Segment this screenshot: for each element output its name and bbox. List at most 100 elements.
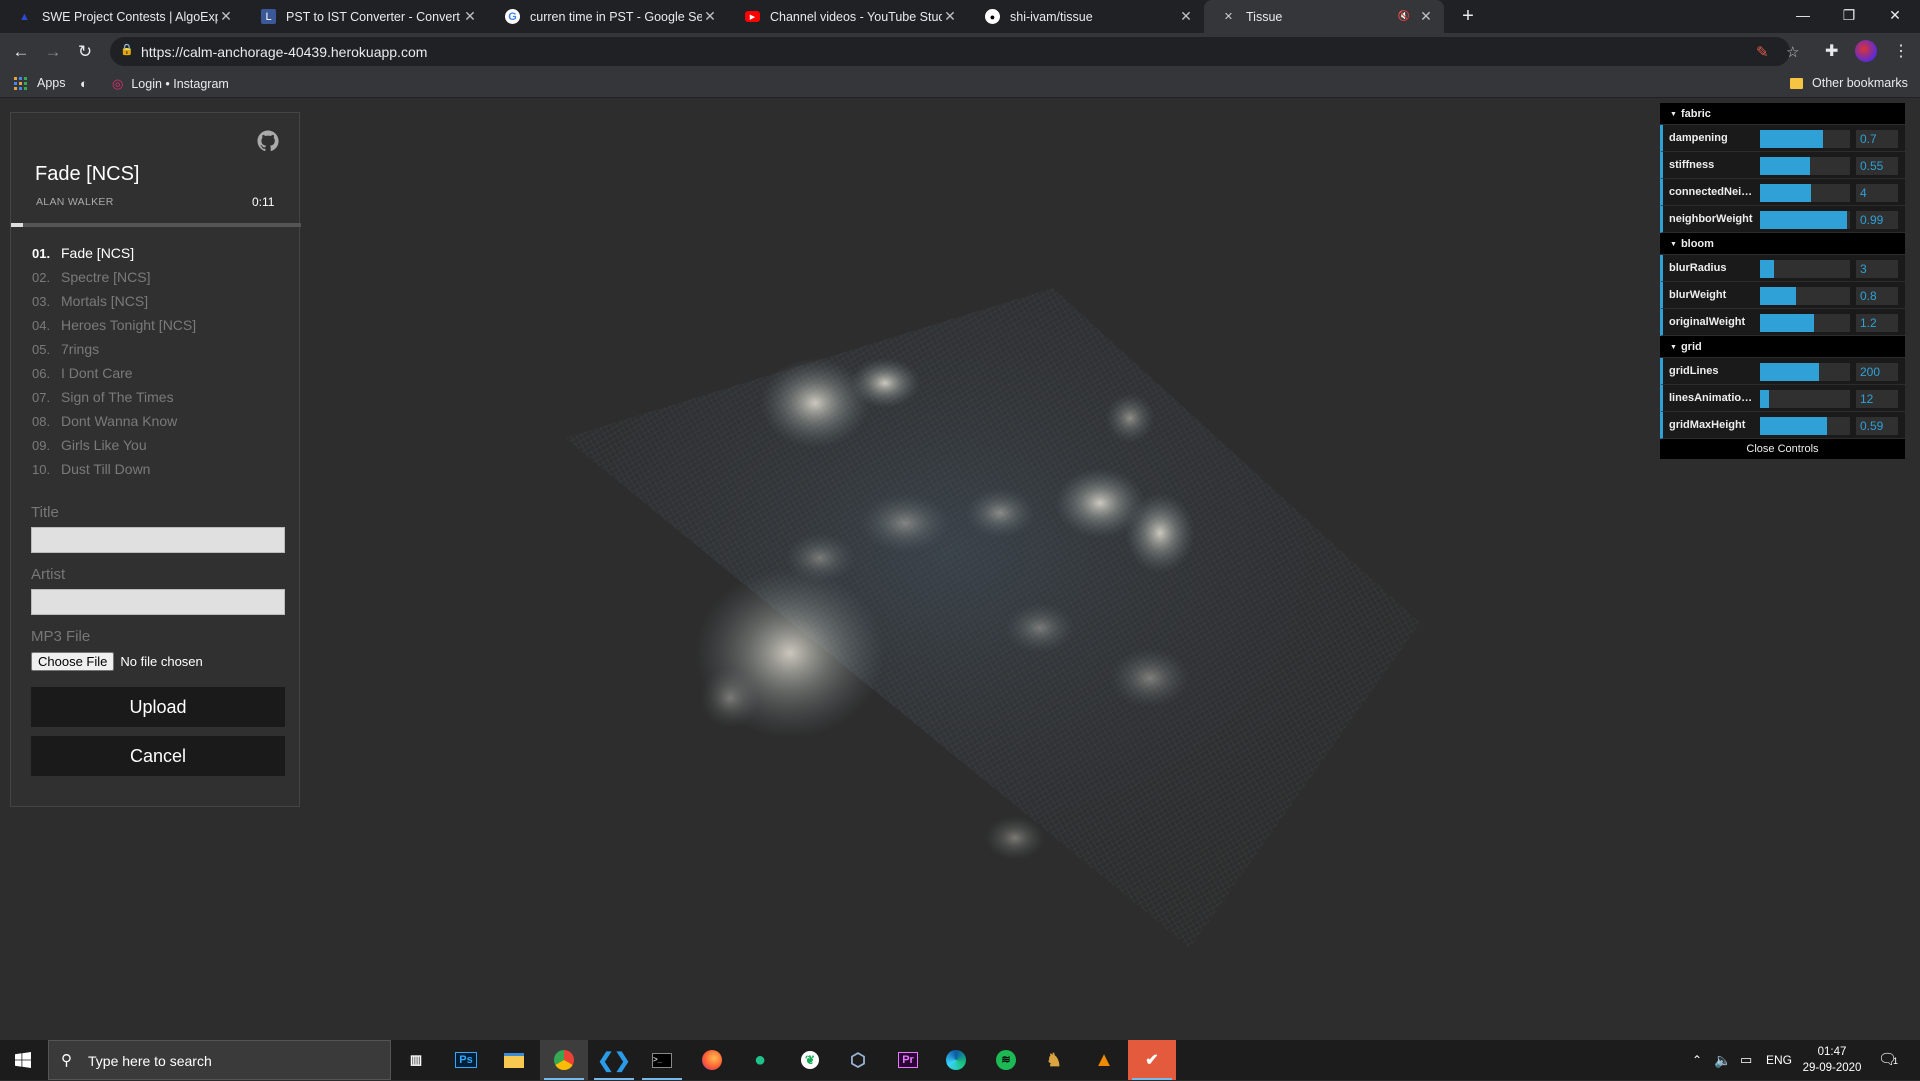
taskbar-search[interactable]: ⚲ Type here to search xyxy=(48,1040,391,1080)
file-explorer-icon[interactable] xyxy=(490,1040,538,1080)
forward-button[interactable]: → xyxy=(40,39,66,65)
show-hidden-icons[interactable]: ⌃ xyxy=(1692,1040,1702,1080)
control-slider[interactable] xyxy=(1760,287,1850,305)
edge-icon[interactable] xyxy=(932,1040,980,1080)
close-tab-icon[interactable]: ✕ xyxy=(702,8,718,25)
chrome-icon[interactable] xyxy=(540,1040,588,1080)
back-button[interactable]: ← xyxy=(8,39,34,65)
close-tab-icon[interactable]: ✕ xyxy=(1418,8,1434,25)
tab-google[interactable]: G curren time in PST - Google Sear ✕ xyxy=(488,0,728,33)
vlc-icon[interactable]: ▲ xyxy=(1080,1040,1128,1080)
control-slider[interactable] xyxy=(1760,211,1850,229)
folder-grid[interactable]: ▼ grid xyxy=(1660,336,1905,358)
close-tab-icon[interactable]: ✕ xyxy=(462,8,478,25)
vscode-icon[interactable]: ❮❯ xyxy=(590,1040,638,1080)
volume-icon[interactable]: 🔈 xyxy=(1714,1040,1731,1080)
playlist-item[interactable]: 01. Fade [NCS] xyxy=(32,241,292,265)
title-input[interactable] xyxy=(31,527,285,553)
control-slider[interactable] xyxy=(1760,314,1850,332)
language-indicator[interactable]: ENG xyxy=(1766,1040,1792,1080)
control-slider[interactable] xyxy=(1760,130,1850,148)
playlist-item[interactable]: 02. Spectre [NCS] xyxy=(32,265,292,289)
control-value-input[interactable]: 1.2 xyxy=(1856,314,1898,332)
cancel-button[interactable]: Cancel xyxy=(31,736,285,776)
control-slider[interactable] xyxy=(1760,184,1850,202)
close-window-button[interactable]: ✕ xyxy=(1872,0,1918,33)
folder-bloom[interactable]: ▼ bloom xyxy=(1660,233,1905,255)
control-value-input[interactable]: 0.8 xyxy=(1856,287,1898,305)
folder-fabric[interactable]: ▼ fabric xyxy=(1660,103,1905,125)
restore-button[interactable]: ❐ xyxy=(1826,0,1872,33)
game-icon[interactable]: ♞ xyxy=(1030,1040,1078,1080)
control-slider[interactable] xyxy=(1760,390,1850,408)
new-tab-button[interactable]: + xyxy=(1456,5,1480,29)
mute-icon[interactable]: 🔇 xyxy=(1398,11,1410,22)
bookmark-globe[interactable]: ◐ xyxy=(80,76,96,91)
control-slider[interactable] xyxy=(1760,260,1850,278)
title-label: Title xyxy=(31,504,59,521)
tab-github[interactable]: ● shi-ivam/tissue ✕ xyxy=(968,0,1204,33)
playlist-item[interactable]: 08. Dont Wanna Know xyxy=(32,409,292,433)
virtualbox-icon[interactable]: ⬡ xyxy=(834,1040,882,1080)
control-value-input[interactable]: 12 xyxy=(1856,390,1898,408)
network-icon[interactable]: ▭ xyxy=(1740,1040,1752,1080)
control-value-input[interactable]: 3 xyxy=(1856,260,1898,278)
premiere-icon[interactable]: Pr xyxy=(884,1040,932,1080)
control-slider[interactable] xyxy=(1760,417,1850,435)
clock[interactable]: 01:47 29-09-2020 xyxy=(1800,1044,1864,1076)
control-value-input[interactable]: 0.55 xyxy=(1856,157,1898,175)
tab-algoexpert[interactable]: ▲ SWE Project Contests | AlgoExpe ✕ xyxy=(0,0,244,33)
upload-button[interactable]: Upload xyxy=(31,687,285,727)
profile-avatar[interactable] xyxy=(1855,40,1877,62)
progress-bar[interactable] xyxy=(11,223,301,227)
app-icon[interactable]: ✔ xyxy=(1128,1040,1176,1080)
address-bar[interactable]: 🔒 https://calm-anchorage-40439.herokuapp… xyxy=(110,37,1799,66)
menu-icon[interactable]: ⋮ xyxy=(1893,41,1909,61)
notifications-icon[interactable]: 🗨1 xyxy=(1878,1040,1898,1080)
playlist-item[interactable]: 10. Dust Till Down xyxy=(32,457,292,481)
control-slider[interactable] xyxy=(1760,363,1850,381)
close-tab-icon[interactable]: ✕ xyxy=(942,8,958,25)
gitkraken-icon[interactable]: ● xyxy=(736,1040,784,1080)
playlist-item[interactable]: 03. Mortals [NCS] xyxy=(32,289,292,313)
bookmark-other[interactable]: Other bookmarks xyxy=(1790,76,1908,90)
github-icon[interactable] xyxy=(256,129,280,153)
bookmark-apps[interactable]: Apps xyxy=(14,76,66,90)
tab-pst-converter[interactable]: L PST to IST Converter - Convert P ✕ xyxy=(244,0,488,33)
terrain-visualization[interactable] xyxy=(560,268,1420,948)
playlist-item[interactable]: 04. Heroes Tonight [NCS] xyxy=(32,313,292,337)
photoshop-icon[interactable]: Ps xyxy=(442,1040,490,1080)
control-value-input[interactable]: 4 xyxy=(1856,184,1898,202)
minimize-button[interactable]: — xyxy=(1780,0,1826,33)
control-value-input[interactable]: 0.7 xyxy=(1856,130,1898,148)
lock-icon[interactable]: 🔒 xyxy=(120,43,134,56)
close-controls-button[interactable]: Close Controls xyxy=(1660,439,1905,459)
tab-youtube-studio[interactable]: ▶ Channel videos - YouTube Studio ✕ xyxy=(728,0,968,33)
reload-button[interactable]: ↻ xyxy=(72,39,98,65)
spotify-icon[interactable]: ≋ xyxy=(982,1040,1030,1080)
playlist-item[interactable]: 07. Sign of The Times xyxy=(32,385,292,409)
close-tab-icon[interactable]: ✕ xyxy=(218,8,234,25)
firefox-icon[interactable] xyxy=(688,1040,736,1080)
terminal-icon[interactable]: >_ xyxy=(638,1040,686,1080)
choose-file-button[interactable]: Choose File xyxy=(31,652,115,671)
playlist-item[interactable]: 05. 7rings xyxy=(32,337,292,361)
control-value-input[interactable]: 200 xyxy=(1856,363,1898,381)
track-name: Dust Till Down xyxy=(61,461,151,477)
control-value-input[interactable]: 0.59 xyxy=(1856,417,1898,435)
bookmark-star-icon[interactable]: ☆ xyxy=(1786,43,1799,61)
extensions-icon[interactable]: ✚ xyxy=(1825,41,1838,61)
playlist-item[interactable]: 09. Girls Like You xyxy=(32,433,292,457)
control-value-input[interactable]: 0.99 xyxy=(1856,211,1898,229)
mongodb-icon[interactable]: ❦ xyxy=(786,1040,834,1080)
close-tab-icon[interactable]: ✕ xyxy=(1178,8,1194,25)
bookmark-instagram[interactable]: ◎ Login • Instagram xyxy=(112,76,229,92)
tab-tissue[interactable]: ✕ Tissue 🔇 ✕ xyxy=(1204,0,1444,33)
control-slider[interactable] xyxy=(1760,157,1850,175)
artist-input[interactable] xyxy=(31,589,285,615)
task-view-icon[interactable]: ▥ xyxy=(392,1040,440,1080)
camera-blocked-icon[interactable]: ✎ xyxy=(1756,43,1769,61)
windows-start-icon[interactable] xyxy=(0,1040,46,1080)
google-icon: G xyxy=(505,9,520,24)
playlist-item[interactable]: 06. I Dont Care xyxy=(32,361,292,385)
